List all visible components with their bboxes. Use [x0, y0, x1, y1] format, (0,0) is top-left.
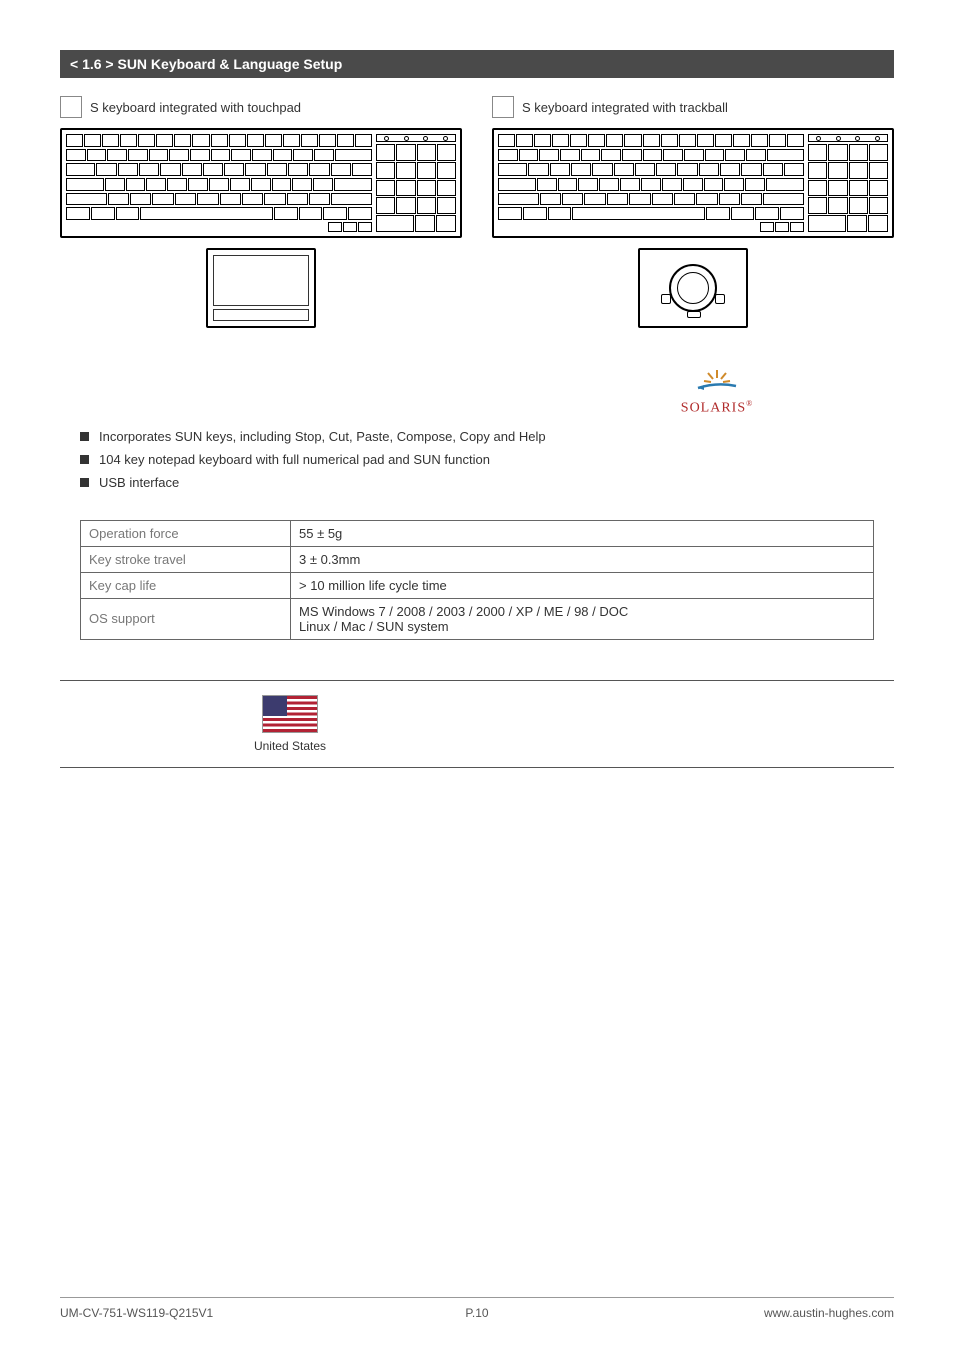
table-row: Operation force 55 ± 5g: [81, 520, 874, 546]
trackball-illustration: [638, 248, 748, 328]
spec-value: 3 ± 0.3mm: [291, 546, 874, 572]
touchpad-illustration: [206, 248, 316, 328]
spec-name: Key cap life: [81, 572, 291, 598]
spec-name: Key stroke travel: [81, 546, 291, 572]
feature-list: Incorporates SUN keys, including Stop, C…: [80, 429, 894, 490]
keyboard-illustration-trackball: [492, 128, 894, 238]
list-item: USB interface: [80, 475, 894, 490]
footer-page: P.10: [465, 1306, 488, 1320]
keyboard-layouts: S keyboard integrated with touchpad: [60, 96, 894, 328]
spec-name: Operation force: [81, 520, 291, 546]
table-row: Key stroke travel 3 ± 0.3mm: [81, 546, 874, 572]
layout-touchpad: S keyboard integrated with touchpad: [60, 96, 462, 328]
footer-doc-id: UM-CV-751-WS119-Q215V1: [60, 1306, 213, 1320]
layout-checkbox: [492, 96, 514, 118]
spec-table: Operation force 55 ± 5g Key stroke trave…: [80, 520, 874, 640]
bullet-icon: [80, 455, 89, 464]
list-item: Incorporates SUN keys, including Stop, C…: [80, 429, 894, 444]
us-flag-icon: [262, 695, 318, 733]
keyboard-illustration-touchpad: [60, 128, 462, 238]
bullet-icon: [80, 478, 89, 487]
flag-wrap: United States: [200, 695, 380, 753]
section-header: < 1.6 > SUN Keyboard & Language Setup: [60, 50, 894, 78]
spec-value: MS Windows 7 / 2008 / 2003 / 2000 / XP /…: [291, 598, 874, 639]
table-row: Key cap life > 10 million life cycle tim…: [81, 572, 874, 598]
table-row: OS support MS Windows 7 / 2008 / 2003 / …: [81, 598, 874, 639]
spec-value: > 10 million life cycle time: [291, 572, 874, 598]
touchpad-button: [213, 309, 309, 321]
layout-label-touchpad: S keyboard integrated with touchpad: [60, 96, 462, 118]
sun-icon: [681, 368, 753, 399]
touchpad-surface: [213, 255, 309, 306]
solaris-brand-text: SOLARIS®: [681, 399, 753, 417]
bullet-icon: [80, 432, 89, 441]
footer: UM-CV-751-WS119-Q215V1 P.10 www.austin-h…: [60, 1297, 894, 1320]
solaris-logo: SOLARIS®: [60, 368, 894, 417]
footer-url: www.austin-hughes.com: [764, 1306, 894, 1320]
trackball-ball: [669, 264, 717, 312]
spec-name: OS support: [81, 598, 291, 639]
list-item: 104 key notepad keyboard with full numer…: [80, 452, 894, 467]
layout-label-trackball: S keyboard integrated with trackball: [492, 96, 894, 118]
layout-checkbox: [60, 96, 82, 118]
layout-label-text: S keyboard integrated with trackball: [522, 100, 728, 115]
language-section: United States: [60, 680, 894, 768]
layout-label-text: S keyboard integrated with touchpad: [90, 100, 301, 115]
flag-caption: United States: [200, 739, 380, 753]
layout-trackball: S keyboard integrated with trackball: [492, 96, 894, 328]
spec-value: 55 ± 5g: [291, 520, 874, 546]
